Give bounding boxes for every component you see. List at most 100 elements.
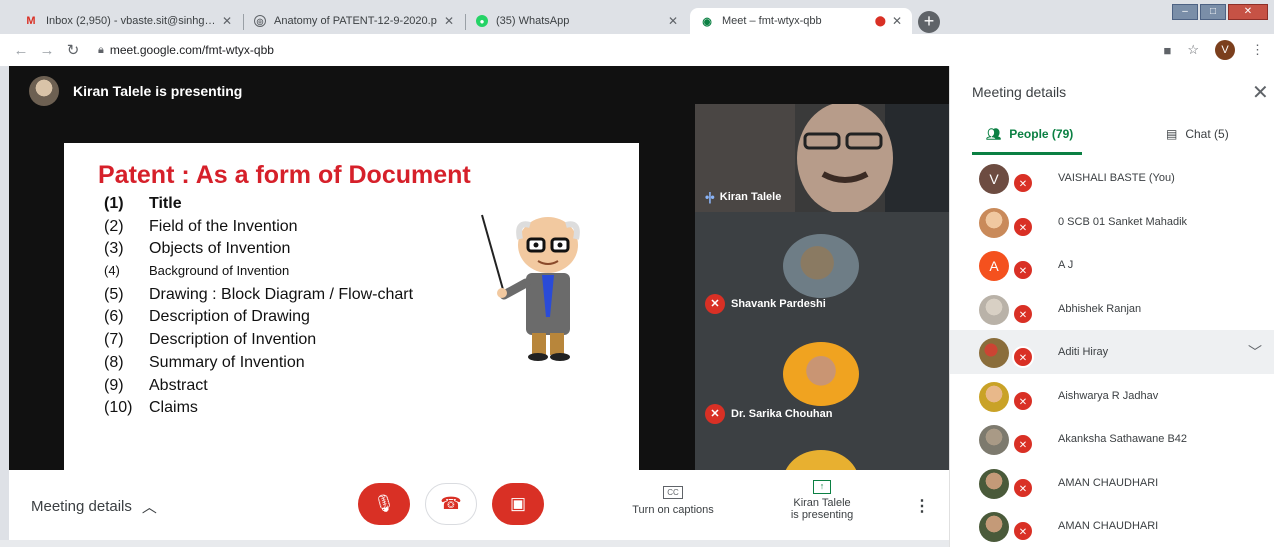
captions-icon: CC (663, 486, 683, 499)
tile-name-label: •|• Kiran Talele (705, 190, 782, 204)
list-item[interactable]: ✕ Aishwarya R Jadhav (950, 374, 1274, 418)
maximize-button[interactable]: □ (1200, 4, 1226, 20)
mic-off-icon: 🎙︎ (373, 494, 395, 513)
gmail-icon: M (26, 15, 36, 27)
tab-patent-pdf[interactable]: ◎ Anatomy of PATENT-12-9-2020.p ✕ (244, 8, 464, 34)
teacher-cartoon-illustration (481, 214, 580, 361)
list-item[interactable]: ✕ AMAN CHAUDHARI (950, 461, 1274, 505)
mic-off-icon: ✕ (705, 294, 725, 314)
mic-off-icon: ✕ (1012, 389, 1034, 412)
avatar (979, 425, 1009, 455)
avatar (979, 207, 1009, 238)
address-bar: ← → ↻ 🔒︎ meet.google.com/fmt-wtyx-qbb ■ … (0, 34, 1274, 66)
mic-off-icon: ✕ (1012, 259, 1034, 281)
tab-gmail[interactable]: M Inbox (2,950) - vbaste.sit@sinhgad ✕ (14, 8, 242, 34)
shared-slide: Patent : As a form of Document (1) Title … (64, 143, 639, 470)
mic-off-icon: ✕ (705, 404, 725, 424)
forward-icon[interactable]: → (34, 42, 60, 59)
captions-button[interactable]: CC Turn on captions (613, 486, 733, 516)
window-controls: – □ ✕ (1172, 4, 1268, 20)
tile-name-label: ✕ Dr. Sarika Chouhan (705, 404, 832, 424)
mic-off-icon: ✕ (1012, 215, 1034, 238)
whatsapp-icon: ● (476, 15, 488, 27)
slide-list-item: (5) Drawing : Block Diagram / Flow-chart (104, 285, 414, 303)
url-field[interactable]: meet.google.com/fmt-wtyx-qbb (110, 43, 274, 57)
window-close-button[interactable]: ✕ (1228, 4, 1268, 20)
participant-tile-sarika-chouhan[interactable]: ✕ Dr. Sarika Chouhan (695, 320, 949, 428)
mic-toggle-button[interactable]: 🎙︎ (358, 483, 410, 525)
globe-icon: ◎ (254, 15, 266, 27)
meeting-control-bar: Meeting details ︿ 🎙︎ ☎︎ ▣ CC Turn on cap… (9, 470, 949, 540)
more-options-icon[interactable]: ⋮ (914, 496, 930, 516)
chevron-down-icon[interactable]: ﹀ (1248, 342, 1262, 362)
participant-avatar (783, 342, 859, 406)
active-tab-indicator (972, 152, 1082, 155)
participant-list: V ✕ VAISHALI BASTE (You) ✕ 0 SCB 01 Sank… (950, 156, 1274, 547)
meeting-details-button[interactable]: Meeting details ︿ (31, 496, 157, 517)
participant-tile-partial[interactable] (695, 428, 949, 470)
profile-avatar[interactable]: V (1215, 40, 1235, 60)
new-tab-button[interactable]: + (918, 11, 940, 33)
avatar (979, 468, 1009, 499)
browser-menu-icon[interactable]: ⋮ (1251, 42, 1264, 58)
close-icon[interactable]: ✕ (1252, 80, 1269, 105)
camera-icon[interactable]: ■ (1163, 43, 1171, 58)
tile-name-label: ✕ Shavank Pardeshi (705, 294, 826, 314)
tab-close-icon[interactable]: ✕ (892, 14, 902, 28)
slide-list-item: (2) Field of the Invention (104, 217, 298, 235)
tab-whatsapp[interactable]: ● (35) WhatsApp ✕ (466, 8, 688, 34)
mic-off-icon: ✕ (1012, 520, 1034, 542)
list-item[interactable]: ✕ 0 SCB 01 Sanket Mahadik (950, 200, 1274, 244)
list-item[interactable]: ✕ Aditi Hiray ﹀ (950, 330, 1274, 374)
slide-list-item: (4) Background of Invention (104, 263, 290, 279)
participant-tile-kiran-talele[interactable]: •|• Kiran Talele (695, 104, 949, 212)
list-item[interactable]: ✕ Abhishek Ranjan (950, 287, 1274, 331)
people-icon: 👥︎ (986, 127, 1002, 141)
list-item[interactable]: A ✕ A J (950, 243, 1274, 287)
participant-avatar (783, 234, 859, 298)
camera-toggle-button[interactable]: ▣ (492, 483, 544, 525)
bookmark-star-icon[interactable]: ☆ (1187, 42, 1199, 58)
panel-title: Meeting details (972, 84, 1067, 100)
address-bar-actions: ■ ☆ V ⋮ (1163, 40, 1264, 60)
slide-list-item: (6) Description of Drawing (104, 308, 310, 326)
browser-tab-strip: M Inbox (2,950) - vbaste.sit@sinhgad ✕ ◎… (0, 0, 1274, 34)
list-item[interactable]: V ✕ VAISHALI BASTE (You) (950, 156, 1274, 200)
presentation-stage: Kiran Talele is presenting Patent : As a… (9, 66, 949, 470)
avatar (979, 512, 1009, 542)
mic-off-icon: ✕ (1012, 476, 1034, 499)
tab-close-icon[interactable]: ✕ (668, 14, 678, 28)
slide-list-item: (1) Title (104, 195, 182, 212)
leave-call-button[interactable]: ☎︎ (425, 483, 477, 525)
slide-list-item: (10) Claims (104, 399, 198, 417)
slide-list: (1) Title (2) Field of the Invention (3) Ob… (104, 195, 413, 422)
tab-close-icon[interactable]: ✕ (444, 14, 454, 28)
back-icon[interactable]: ← (8, 42, 34, 59)
avatar (979, 338, 1009, 368)
list-item[interactable]: ✕ Akanksha Sathawane B42 (950, 417, 1274, 461)
avatar (979, 381, 1009, 412)
slide-title: Patent : As a form of Document (98, 161, 471, 189)
minimize-button[interactable]: – (1172, 4, 1198, 20)
slide-list-item: (8) Summary of Invention (104, 353, 305, 371)
participant-avatar (783, 450, 859, 470)
chevron-up-icon: ︿ (141, 499, 157, 516)
reload-icon[interactable]: ↻ (60, 41, 86, 59)
slide-list-item: (7) Description of Invention (104, 331, 317, 349)
present-now-button[interactable]: ↑ Kiran Talele is presenting (767, 480, 877, 521)
tab-meet[interactable]: ◉ Meet – fmt-wtyx-qbb ⬤ ✕ (690, 8, 912, 34)
presenter-avatar (29, 76, 59, 106)
list-item[interactable]: ✕ AMAN CHAUDHARI (950, 504, 1274, 547)
meet-icon: ◉ (702, 15, 712, 28)
tab-chat[interactable]: ▤ Chat (5) (1166, 127, 1229, 141)
avatar: V (979, 164, 1009, 194)
participant-tile-shavank-pardeshi[interactable]: ✕ Shavank Pardeshi (695, 212, 949, 320)
presenting-text: Kiran Talele is presenting (73, 83, 243, 99)
slide-list-item: (9) Abstract (104, 376, 208, 394)
chat-icon: ▤ (1166, 127, 1178, 141)
tab-people[interactable]: 👥︎ People (79) (986, 127, 1073, 141)
meeting-details-panel: Meeting details ✕ 👥︎ People (79) ▤ Chat … (949, 66, 1274, 547)
tab-close-icon[interactable]: ✕ (222, 14, 232, 28)
hang-up-icon: ☎︎ (440, 494, 462, 513)
mic-off-icon: ✕ (1012, 302, 1034, 325)
